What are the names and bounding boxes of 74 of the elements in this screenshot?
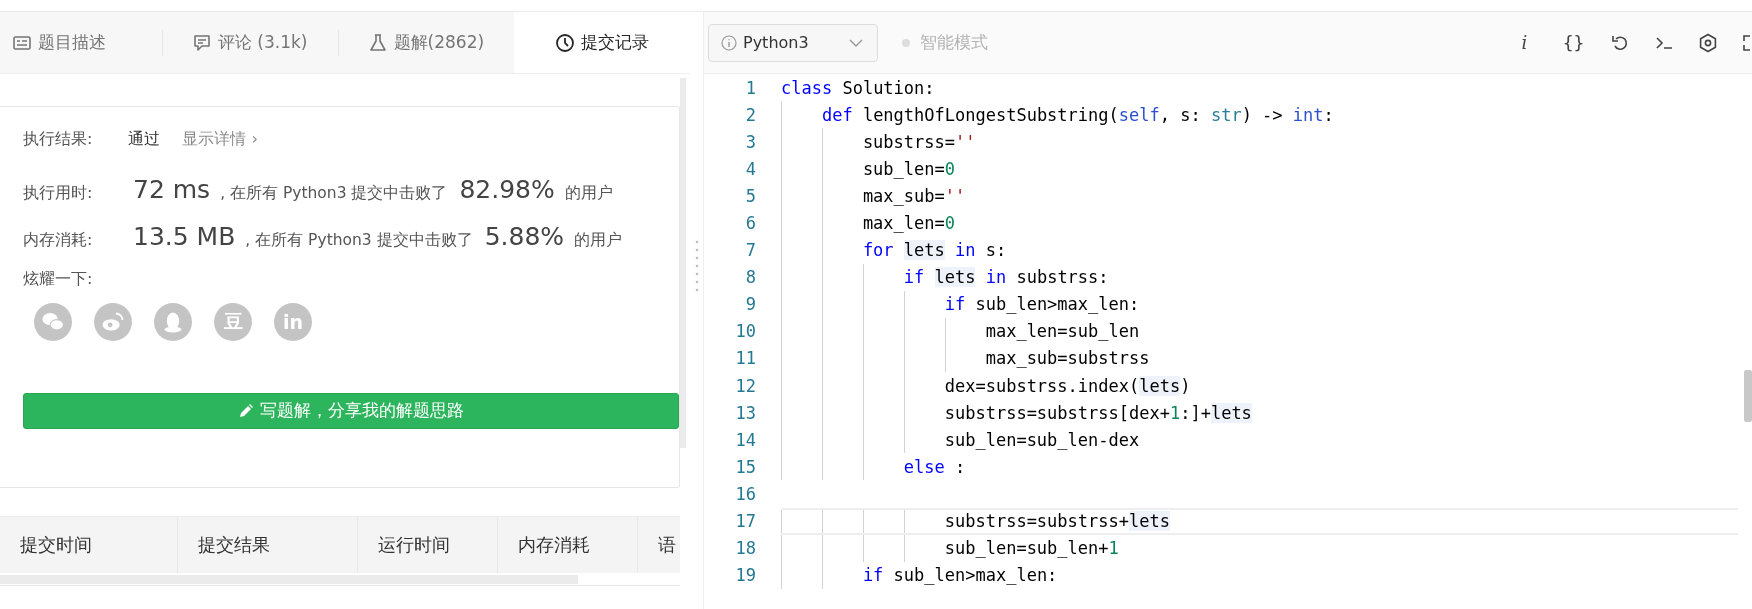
scrollbar[interactable]: [0, 575, 578, 584]
line-number: 18: [734, 538, 756, 559]
code-line: if sub_len>max_len:: [943, 294, 1140, 315]
flask-icon: [367, 32, 388, 53]
tab[interactable]: 评论 (3.1k): [161, 12, 338, 73]
language-select[interactable]: Python3: [708, 23, 878, 62]
code-line: if lets in substrss:: [902, 267, 1109, 288]
toolbar-button[interactable]: {}: [1561, 32, 1586, 53]
code-line: class Solution:: [781, 77, 935, 98]
code-line: else :: [902, 456, 966, 477]
stat-suffix: 的用户: [574, 230, 623, 251]
pencil-icon: [238, 403, 254, 419]
stat-description: , 在所有 Python3 提交中击败了: [245, 230, 473, 251]
code-line: max_len=0: [861, 213, 955, 233]
line-number: 1: [744, 77, 756, 98]
code-line: max_sub=substrss: [984, 348, 1150, 369]
code-line: if sub_len>max_len:: [861, 565, 1058, 586]
scrollbar[interactable]: [1744, 370, 1752, 422]
line-number: 3: [744, 131, 756, 152]
code-line: sub_len=sub_len-dex: [943, 429, 1140, 450]
line-number: 11: [734, 348, 756, 369]
line-number: 12: [734, 375, 756, 396]
code-line: substrss='': [861, 131, 976, 152]
tab[interactable]: 提交记录: [513, 12, 690, 73]
line-number: 9: [744, 294, 756, 315]
stat-percent: 5.88%: [484, 222, 565, 251]
write-solution-button[interactable]: 写题解，分享我的解题思路: [23, 393, 679, 429]
line-number: 5: [744, 185, 756, 206]
penguin-icon[interactable]: [154, 303, 192, 341]
tab[interactable]: 题目描述: [0, 12, 162, 73]
line-number: 19: [734, 565, 756, 586]
fullscreen-icon[interactable]: [1742, 32, 1752, 53]
settings-icon[interactable]: [1698, 32, 1718, 53]
code-line: substrss=substrss[dex+1:]+lets: [943, 402, 1252, 423]
stat-label: 执行用时:: [23, 183, 94, 204]
result-label: 执行结果:: [23, 129, 93, 150]
share-label: 炫耀一下:: [23, 269, 94, 290]
details-link[interactable]: 显示详情 ›: [182, 129, 258, 150]
column-header: 语: [657, 533, 677, 557]
line-number: 2: [744, 104, 756, 125]
line-number: 14: [734, 429, 756, 450]
stat-description: , 在所有 Python3 提交中击败了: [220, 183, 448, 204]
scrollbar[interactable]: [680, 78, 686, 448]
code-line: def lengthOfLongestSubstring(self, s: str) -> int:: [820, 104, 1334, 125]
clock-icon: [554, 32, 575, 53]
line-number: 13: [734, 402, 756, 423]
eye-swirl-icon[interactable]: [94, 303, 132, 341]
toolbar-button[interactable]: i: [1512, 32, 1537, 53]
code-line: sub_len=0: [861, 158, 955, 179]
code-line: substrss=substrss+lets: [943, 511, 1170, 532]
chevron-down-icon: [849, 38, 863, 47]
stat-value: 72 ms: [133, 175, 211, 204]
stat-percent: 82.98%: [459, 175, 555, 204]
line-number: 17: [734, 511, 756, 532]
tab[interactable]: 题解(2862): [337, 12, 514, 73]
line-number: 6: [744, 213, 756, 233]
line-number: 4: [744, 158, 756, 179]
result-status: 通过: [128, 129, 161, 150]
line-number: 10: [734, 321, 756, 342]
code-line: max_sub='': [861, 185, 966, 206]
code-line: max_len=sub_len: [984, 321, 1140, 342]
stat-value: 13.5 MB: [133, 222, 236, 251]
code-line: sub_len=sub_len+1: [943, 538, 1119, 559]
line-number: 8: [744, 267, 756, 288]
stat-suffix: 的用户: [564, 183, 613, 204]
stat-label: 内存消耗:: [23, 230, 94, 251]
code-line: dex=substrss.index(lets): [943, 375, 1191, 396]
code-line: for lets in s:: [861, 240, 1007, 261]
line-number: 7: [744, 240, 756, 261]
info-icon: [721, 34, 737, 51]
chat-bubbles-icon[interactable]: [34, 303, 72, 341]
comment-icon: [191, 32, 212, 53]
line-number: 15: [734, 456, 756, 477]
line-number: 16: [734, 483, 756, 504]
